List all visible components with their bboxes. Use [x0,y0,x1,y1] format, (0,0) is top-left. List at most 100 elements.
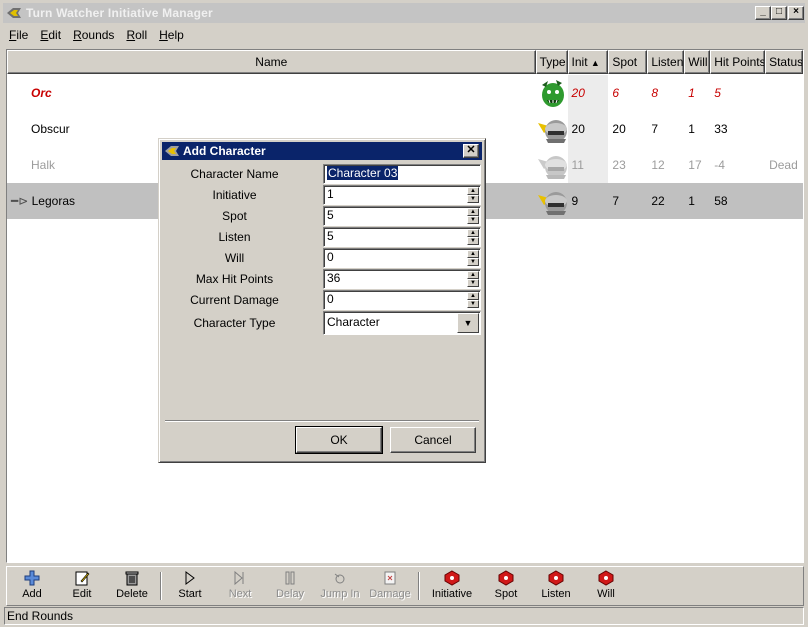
row-hit-points: -4 [714,158,725,172]
dialog-title-bar[interactable]: Add Character ✕ [162,142,482,160]
jump-in-label: Jump In [320,588,360,600]
will-label: Will [224,251,245,265]
current-damage-row: Current Damage 0 ▲ ▼ [159,290,487,310]
column-name[interactable]: Name [7,50,536,74]
die-icon [444,570,460,586]
damage-button[interactable]: Damage [365,567,415,605]
character-name-field[interactable]: Character 03 [323,164,481,184]
window-title: Turn Watcher Initiative Manager [26,6,213,20]
character-type-value: Character [327,315,380,329]
character-name-label: Character Name [190,167,279,181]
row-listen: 8 [651,86,659,100]
spot-field[interactable]: 5 ▲ ▼ [323,206,481,226]
row-name: Orc [31,86,52,100]
character-type-select[interactable]: Character ▼ [323,311,481,335]
current-damage-value: 0 [327,292,334,306]
spin-up-icon[interactable]: ▲ [467,187,479,195]
cancel-button[interactable]: Cancel [390,427,476,453]
menu-roll[interactable]: Roll [120,26,153,44]
listen-spinner[interactable]: ▲ ▼ [467,229,479,245]
sort-ascending-icon: ▲ [590,58,600,68]
delete-button[interactable]: Delete [107,567,157,605]
spot-label: Spot [222,209,247,223]
spin-down-icon[interactable]: ▼ [467,279,479,287]
roll-will-button[interactable]: Will [581,567,631,605]
spot-spinner[interactable]: ▲ ▼ [467,208,479,224]
max-hit-points-label: Max Hit Points [195,272,274,286]
start-button[interactable]: Start [165,567,215,605]
menu-file[interactable]: File [3,26,34,44]
column-spot[interactable]: Spot [608,50,648,74]
toolbar-separator [418,572,420,600]
menu-rounds[interactable]: Rounds [67,26,120,44]
toolbar: Add Edit Delete Start Next Delay Jump In [6,566,804,606]
row-listen: 22 [651,194,665,208]
column-type[interactable]: Type [535,50,568,74]
roll-initiative-button[interactable]: Initiative [423,567,481,605]
spin-up-icon[interactable]: ▲ [467,292,479,300]
play-icon [185,571,195,585]
spin-up-icon[interactable]: ▲ [467,271,479,279]
delay-button[interactable]: Delay [265,567,315,605]
listen-field[interactable]: 5 ▲ ▼ [323,227,481,247]
dialog-close-button[interactable]: ✕ [463,144,479,158]
minimize-button[interactable]: _ [755,6,771,20]
row-will: 1 [688,194,695,208]
status-bar: End Rounds [4,607,804,625]
column-hit-points[interactable]: Hit Points [710,50,766,74]
menu-edit[interactable]: Edit [34,26,67,44]
close-button[interactable]: × [788,6,804,20]
jump-in-button[interactable]: Jump In [315,567,365,605]
menu-help[interactable]: Help [153,26,190,44]
dialog-title: Add Character [183,144,266,158]
initiative-row: Initiative 1 ▲ ▼ [159,185,487,205]
column-status[interactable]: Status [765,50,803,74]
row-init: 11 [567,147,609,183]
will-value: 0 [327,250,334,264]
dropdown-button[interactable]: ▼ [457,313,479,333]
spin-up-icon[interactable]: ▲ [467,208,479,216]
row-will: 1 [688,86,695,100]
minimize-icon: _ [760,6,766,17]
max-hit-points-field[interactable]: 36 ▲ ▼ [323,269,481,289]
column-will[interactable]: Will [684,50,711,74]
add-button[interactable]: Add [7,567,57,605]
current-damage-spinner[interactable]: ▲ ▼ [467,292,479,308]
max-hit-points-spinner[interactable]: ▲ ▼ [467,271,479,287]
helmet-icon [536,183,568,219]
ok-button[interactable]: OK [295,426,383,454]
column-listen[interactable]: Listen [647,50,685,74]
column-init[interactable]: Init ▲ [567,50,609,74]
initiative-spinner[interactable]: ▲ ▼ [467,187,479,203]
spot-row: Spot 5 ▲ ▼ [159,206,487,226]
spin-up-icon[interactable]: ▲ [467,229,479,237]
spin-up-icon[interactable]: ▲ [467,250,479,258]
maximize-icon: □ [775,6,783,17]
row-spot: 6 [612,86,620,100]
title-bar[interactable]: Turn Watcher Initiative Manager _ □ × [3,3,805,23]
list-row-orc[interactable]: Orc 20 6 8 1 5 [7,75,803,111]
current-damage-field[interactable]: 0 ▲ ▼ [323,290,481,310]
will-spinner[interactable]: ▲ ▼ [467,250,479,266]
will-field[interactable]: 0 ▲ ▼ [323,248,481,268]
next-button[interactable]: Next [215,567,265,605]
spin-down-icon[interactable]: ▼ [467,216,479,224]
spin-down-icon[interactable]: ▼ [467,258,479,266]
die-icon [598,570,614,586]
initiative-field[interactable]: 1 ▲ ▼ [323,185,481,205]
app-icon [165,146,179,156]
roll-listen-button[interactable]: Listen [531,567,581,605]
spin-down-icon[interactable]: ▼ [467,237,479,245]
row-spot: 7 [612,194,620,208]
initiative-value: 1 [327,187,334,201]
roll-spot-button[interactable]: Spot [481,567,531,605]
spin-down-icon[interactable]: ▼ [467,195,479,203]
maximize-button[interactable]: □ [771,6,787,20]
row-spot: 20 [612,122,626,136]
row-hit-points: 5 [714,86,721,100]
listen-label: Listen [218,230,251,244]
helmet-icon [536,111,568,147]
edit-button[interactable]: Edit [57,567,107,605]
spin-down-icon[interactable]: ▼ [467,300,479,308]
will-row: Will 0 ▲ ▼ [159,248,487,268]
